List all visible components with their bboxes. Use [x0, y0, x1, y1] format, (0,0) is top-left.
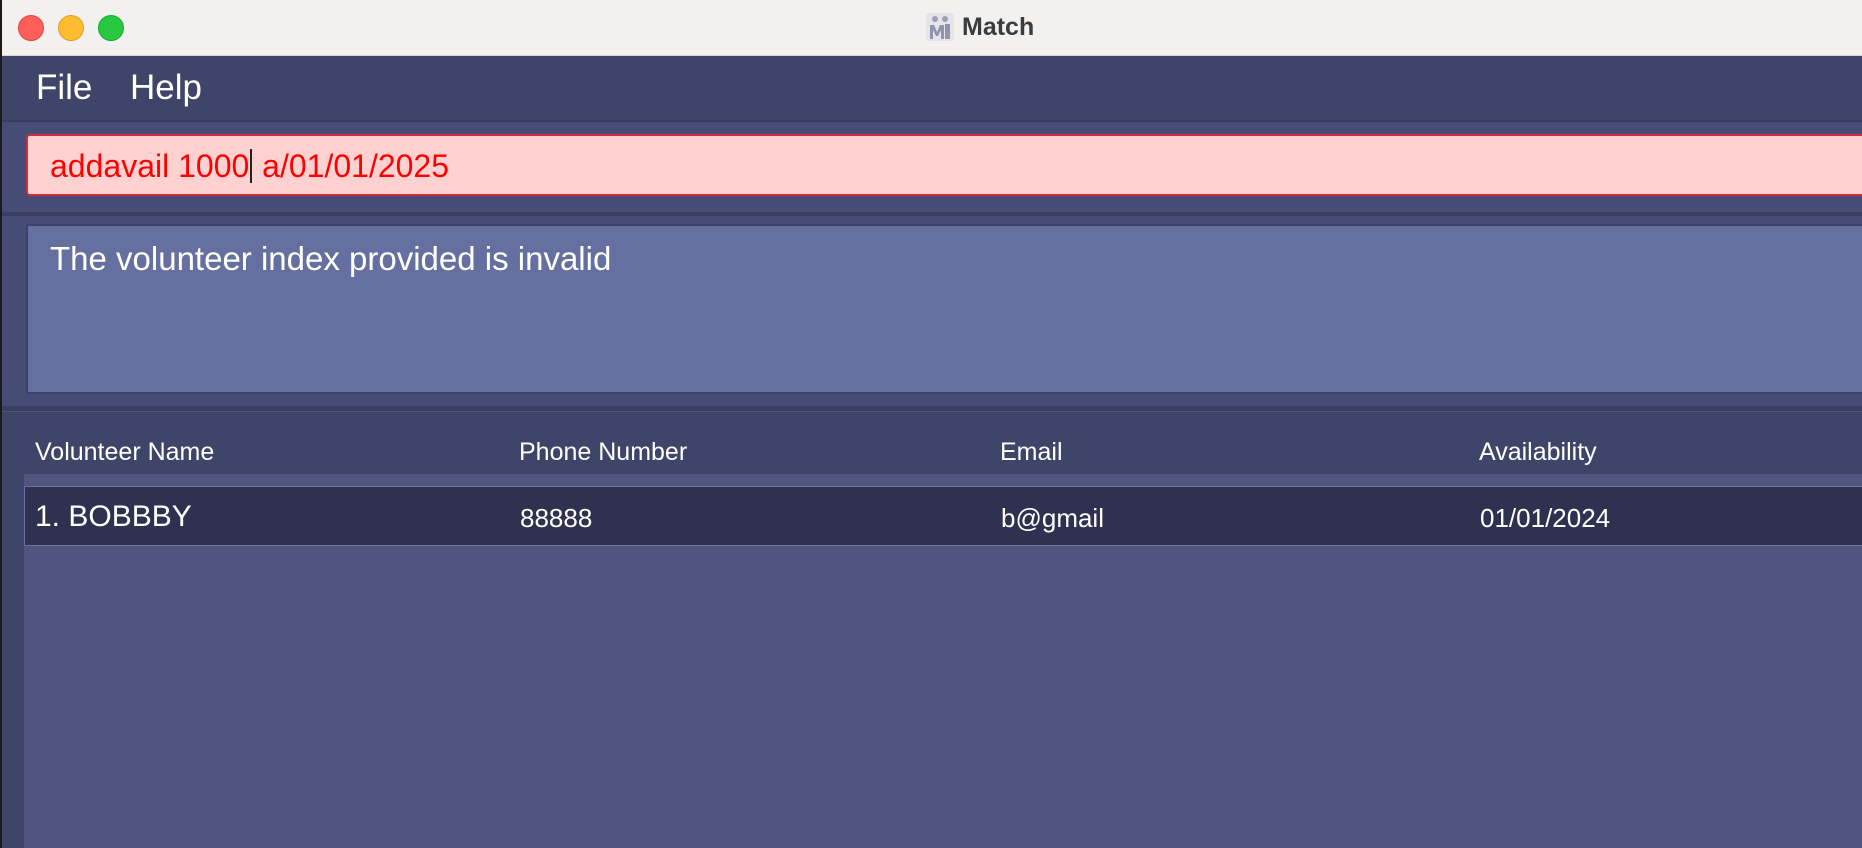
text-caret	[250, 149, 253, 183]
app-window: Match File Help addavail 1000 a/01/01/20…	[2, 0, 1862, 848]
result-display[interactable]: The volunteer index provided is invalid	[26, 224, 1862, 394]
command-input[interactable]: addavail 1000 a/01/01/2025	[26, 134, 1862, 196]
window-title: Match	[962, 12, 1035, 41]
maximize-window-button[interactable]	[98, 15, 124, 41]
minimize-window-button[interactable]	[58, 15, 84, 41]
header-volunteer-name: Volunteer Name	[35, 438, 215, 466]
result-area: The volunteer index provided is invalid	[2, 216, 1862, 411]
command-text: addavail 1000 a/01/01/2025	[50, 148, 449, 185]
table-row[interactable]: 1. BOBBBY 88888 b@gmail 01/01/2024	[24, 486, 1862, 546]
command-text-after-caret: a/01/01/2025	[253, 148, 450, 184]
title-bar: Match	[2, 0, 1862, 56]
command-text-before-caret: addavail 1000	[50, 148, 250, 184]
close-window-button[interactable]	[18, 15, 44, 41]
header-email: Email	[1000, 438, 1063, 466]
cell-email: b@gmail	[1001, 503, 1104, 533]
result-message: The volunteer index provided is invalid	[50, 240, 612, 277]
window-title-group: Match	[926, 10, 1034, 44]
table-header-row: Volunteer Name Phone Number Email Availa…	[2, 438, 1862, 470]
header-availability: Availability	[1479, 438, 1597, 466]
menu-file[interactable]: File	[36, 68, 92, 108]
cell-volunteer-name: 1. BOBBBY	[35, 500, 192, 533]
menu-help[interactable]: Help	[130, 68, 202, 108]
cell-availability: 01/01/2024	[1480, 503, 1611, 533]
volunteer-list-panel: Volunteer Name Phone Number Email Availa…	[2, 412, 1862, 848]
people-icon	[926, 13, 954, 41]
cell-phone-number: 88888	[520, 503, 593, 533]
command-area: addavail 1000 a/01/01/2025	[2, 122, 1862, 216]
menu-bar: File Help	[2, 56, 1862, 122]
header-phone-number: Phone Number	[519, 438, 688, 466]
